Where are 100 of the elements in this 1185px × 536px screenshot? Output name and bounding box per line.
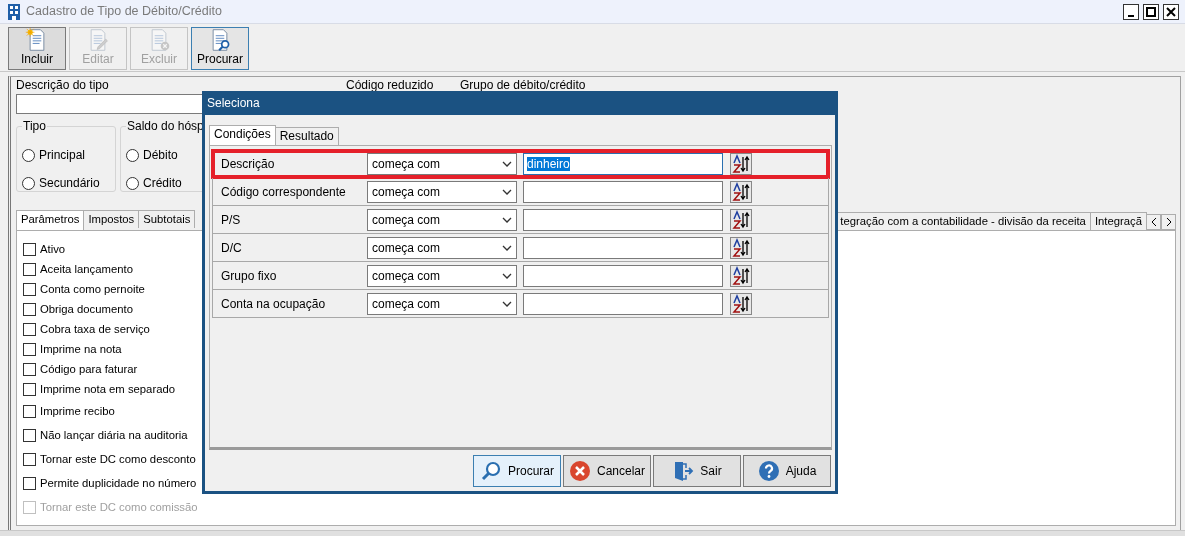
chevron-down-icon [502, 161, 512, 167]
sort-icon [731, 293, 751, 314]
field-label: Descrição [221, 156, 276, 173]
value-field[interactable] [523, 208, 723, 231]
tab[interactable]: Parâmetros [16, 210, 85, 230]
sort-icon [731, 265, 751, 286]
checkbox[interactable] [23, 404, 36, 418]
exit-door-icon [672, 460, 695, 482]
toolbar-button[interactable]: Incluir [8, 27, 66, 70]
checkbox[interactable] [23, 362, 36, 376]
field-label: Descrição do tipo [16, 79, 110, 92]
chevron-down-icon [502, 244, 512, 251]
sort-icon [731, 209, 751, 230]
checkbox[interactable] [23, 382, 36, 396]
chevron-down-icon [502, 188, 512, 195]
checkbox-label: Cobra taxa de serviço [40, 321, 150, 337]
chevron-left-icon [1150, 218, 1157, 226]
checkbox[interactable] [23, 322, 36, 336]
checkbox[interactable] [23, 282, 36, 296]
scroll-left-button[interactable] [1146, 214, 1161, 230]
operator-dropdown[interactable]: começa com [367, 236, 517, 259]
minimize-icon [1128, 14, 1134, 17]
checkbox-label: Não lançar diária na auditoria [40, 427, 188, 443]
radio-button[interactable] [22, 176, 35, 190]
dialog-button[interactable]: Ajuda [743, 455, 831, 487]
group-label: Tipo [22, 119, 47, 133]
chevron-right-icon [1165, 218, 1172, 226]
field-label: D/C [221, 239, 243, 257]
sort-button[interactable] [730, 208, 752, 231]
radio-button[interactable] [22, 148, 35, 162]
operator-dropdown[interactable]: começa com [367, 264, 517, 287]
checkbox-label: Imprime recibo [40, 403, 115, 419]
checkbox[interactable] [23, 476, 36, 490]
minimize-button[interactable] [1123, 3, 1139, 20]
checkbox-label: Conta como pernoite [40, 281, 145, 297]
radio-label: Principal [39, 147, 86, 164]
close-button[interactable] [1163, 3, 1179, 20]
chevron-down-icon [502, 272, 512, 279]
sort-icon [731, 154, 751, 174]
checkbox-label: Tornar este DC como comissão [40, 499, 198, 515]
radio-label: Secundário [39, 175, 100, 192]
field-label: Grupo de débito/crédito [460, 79, 586, 92]
close-icon [1166, 6, 1176, 17]
sort-button[interactable] [730, 153, 752, 175]
field-label: Conta na ocupação [221, 295, 327, 313]
dialog-button[interactable]: Sair [653, 455, 741, 487]
checkbox[interactable] [23, 428, 36, 442]
sort-button[interactable] [730, 180, 752, 203]
sort-button[interactable] [730, 292, 752, 315]
checkbox-label: Aceita lançamento [40, 261, 133, 277]
value-field[interactable]: dinheiro [523, 153, 723, 175]
sort-button[interactable] [730, 264, 752, 287]
operator-dropdown[interactable]: começa com [367, 208, 517, 231]
operator-dropdown[interactable]: começa com [367, 153, 517, 175]
value-field[interactable] [523, 180, 723, 203]
value-field[interactable] [523, 264, 723, 287]
radio-button[interactable] [126, 176, 139, 190]
tab[interactable]: Integraçã [1089, 212, 1147, 230]
checkbox-label: Código para faturar [40, 361, 138, 377]
maximize-button[interactable] [1143, 3, 1159, 20]
sort-button[interactable] [730, 236, 752, 259]
tab[interactable]: Condições [209, 125, 276, 145]
scroll-right-button[interactable] [1161, 214, 1176, 230]
checkbox[interactable] [23, 242, 36, 256]
dialog-title: Seleciona [202, 91, 838, 115]
tab[interactable]: Subtotais [138, 210, 196, 228]
field-label: Grupo fixo [221, 267, 278, 285]
checkbox[interactable] [23, 342, 36, 356]
field-label: Código correspondente [221, 183, 347, 201]
radio-button[interactable] [126, 148, 139, 162]
field-label: Código reduzido [346, 79, 435, 92]
operator-dropdown[interactable]: começa com [367, 180, 517, 203]
checkbox-label: Permite duplicidade no número [40, 475, 197, 491]
dialog-button[interactable]: Cancelar [563, 455, 651, 487]
value-field[interactable] [523, 292, 723, 315]
window-title: Cadastro de Tipo de Débito/Crédito [26, 3, 222, 21]
operator-dropdown[interactable]: começa com [367, 292, 517, 315]
tab[interactable]: Resultado [274, 127, 339, 145]
cancel-icon [569, 460, 591, 482]
maximize-icon [1146, 6, 1156, 17]
help-icon [757, 460, 780, 482]
tab[interactable]: tegração com a contabilidade - divisão da receita [835, 212, 1091, 230]
radio-label: Crédito [143, 175, 182, 192]
checkbox[interactable] [23, 452, 36, 466]
value-field[interactable] [523, 236, 723, 259]
field-label: P/S [221, 211, 242, 229]
checkbox[interactable] [23, 302, 36, 316]
search-icon [480, 460, 502, 482]
toolbar-button[interactable]: Procurar [191, 27, 249, 70]
checkbox[interactable] [23, 262, 36, 276]
sort-icon [731, 237, 751, 258]
sort-icon [731, 181, 751, 202]
dialog-button[interactable]: Procurar [473, 455, 561, 487]
checkbox-label: Imprime na nota [40, 341, 122, 357]
chevron-down-icon [502, 300, 512, 307]
checkbox-label: Tornar este DC como desconto [40, 451, 196, 467]
checkbox-label: Imprime nota em separado [40, 381, 175, 397]
checkbox-label: Obriga documento [40, 301, 133, 317]
tab[interactable]: Impostos [83, 210, 140, 228]
radio-label: Débito [143, 147, 178, 164]
